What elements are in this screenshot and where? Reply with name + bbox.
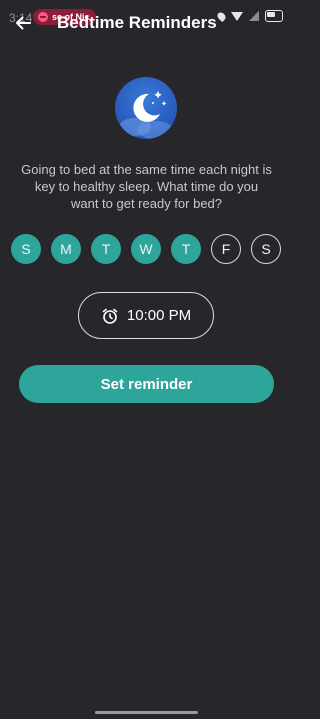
day-toggle[interactable]: S bbox=[11, 234, 41, 264]
day-toggle[interactable]: M bbox=[51, 234, 81, 264]
day-toggle[interactable]: T bbox=[171, 234, 201, 264]
set-reminder-button[interactable]: Set reminder bbox=[19, 365, 274, 403]
day-toggle[interactable]: F bbox=[211, 234, 241, 264]
day-toggle[interactable]: T bbox=[91, 234, 121, 264]
arrow-left-icon bbox=[16, 16, 31, 30]
set-reminder-label: Set reminder bbox=[100, 375, 193, 393]
weekday-selector: SMTWTFS bbox=[11, 234, 283, 268]
alarm-clock-icon bbox=[102, 308, 118, 324]
app-header: Bedtime Reminders bbox=[0, 10, 293, 36]
home-indicator[interactable] bbox=[95, 711, 198, 714]
time-value: 10:00 PM bbox=[126, 307, 192, 324]
time-picker-button[interactable]: 10:00 PM bbox=[78, 292, 214, 339]
day-toggle[interactable]: S bbox=[251, 234, 281, 264]
back-button[interactable] bbox=[12, 12, 34, 34]
page-title: Bedtime Reminders bbox=[57, 13, 217, 32]
day-toggle[interactable]: W bbox=[131, 234, 161, 264]
moon-stars-icon bbox=[115, 77, 177, 139]
reminder-description: Going to bed at the same time each night… bbox=[21, 162, 272, 211]
